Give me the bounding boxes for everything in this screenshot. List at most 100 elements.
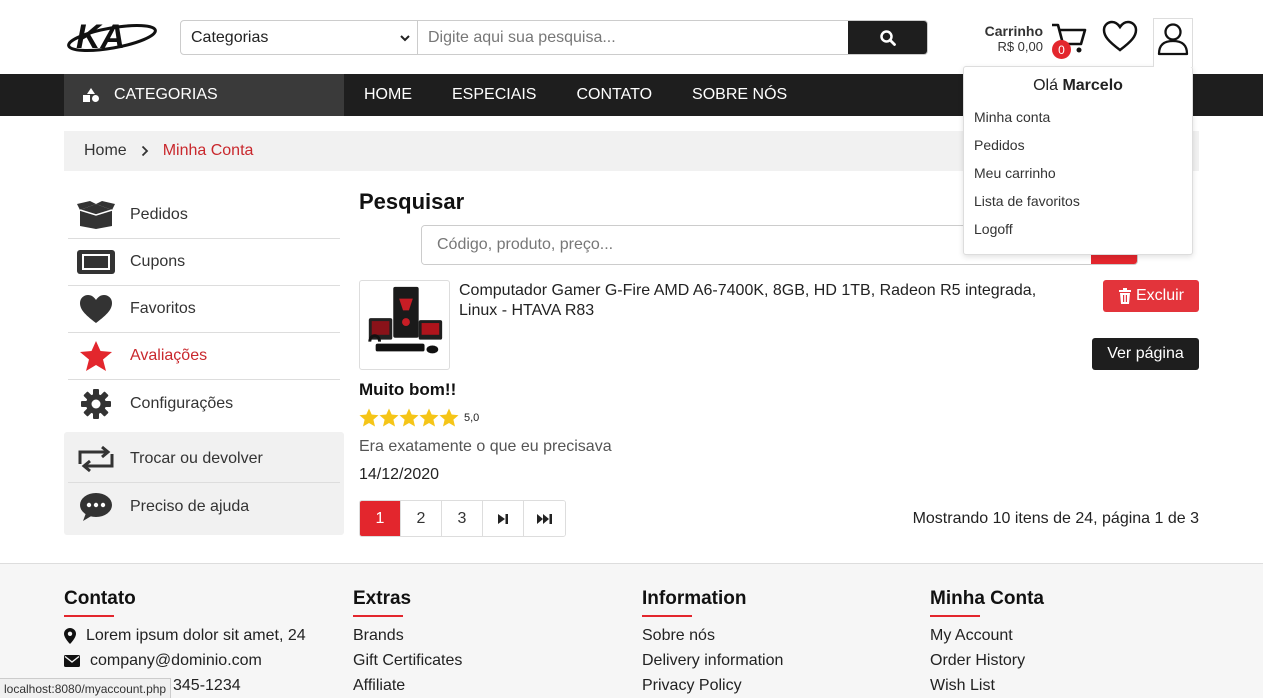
- header-search: Categorias: [180, 20, 928, 55]
- sidebar-item-ajuda[interactable]: Preciso de ajuda: [68, 483, 340, 530]
- wishlist-heart-icon[interactable]: [1102, 20, 1138, 54]
- rating-star-icon: [379, 408, 399, 427]
- footer-link[interactable]: Wish List: [930, 673, 1044, 698]
- heart-icon: [80, 295, 112, 323]
- user-account-button[interactable]: [1153, 18, 1193, 67]
- sidebar-item-label: Configurações: [130, 394, 234, 412]
- last-page-button[interactable]: [524, 501, 565, 536]
- next-page-button[interactable]: [483, 501, 524, 536]
- address-text: Lorem ipsum dolor sit amet, 24: [86, 626, 306, 644]
- footer-title: Contato: [64, 588, 136, 609]
- star-icon: [80, 341, 112, 371]
- categories-menu-button[interactable]: CATEGORIAS: [64, 74, 344, 116]
- sidebar-item-label: Preciso de ajuda: [130, 497, 250, 515]
- category-select-value: Categorias: [191, 28, 269, 46]
- page-2-button[interactable]: 2: [401, 501, 442, 536]
- rating-value: 5,0: [464, 411, 480, 424]
- review-title: Muito bom!!: [359, 380, 457, 399]
- greeting-text: Olá: [1033, 77, 1058, 94]
- chevron-down-icon: [400, 34, 410, 41]
- user-name: Marcelo: [1062, 77, 1123, 94]
- nav-link-sobre[interactable]: SOBRE NÓS: [672, 86, 807, 104]
- delete-label: Excluir: [1135, 287, 1184, 304]
- footer-title: Minha Conta: [930, 588, 1044, 609]
- browser-status-bar: localhost:8080/myaccount.php: [0, 678, 172, 698]
- footer-divider: [642, 615, 692, 617]
- page-title: Pesquisar: [359, 189, 465, 214]
- page-3-button[interactable]: 3: [442, 501, 483, 536]
- product-thumbnail[interactable]: [359, 280, 450, 370]
- footer-divider: [353, 615, 403, 617]
- footer-link[interactable]: Gift Certificates: [353, 648, 462, 673]
- nav-link-home[interactable]: HOME: [344, 86, 432, 104]
- product-name[interactable]: Computador Gamer G-Fire AMD A6-7400K, 8G…: [459, 281, 1059, 321]
- footer-divider: [64, 615, 114, 617]
- footer-title: Extras: [353, 588, 412, 609]
- delete-review-button[interactable]: Excluir: [1103, 280, 1199, 312]
- nav-link-contato[interactable]: CONTATO: [556, 86, 672, 104]
- category-select[interactable]: Categorias: [181, 21, 418, 54]
- pagination-info: Mostrando 10 itens de 24, página 1 de 3: [912, 510, 1199, 527]
- breadcrumb-home[interactable]: Home: [84, 142, 127, 160]
- sidebar-support-box: Trocar ou devolver Preciso de ajuda: [64, 432, 344, 535]
- nav-links: HOME ESPECIAIS CONTATO SOBRE NÓS: [344, 74, 807, 116]
- footer-col-information: Information Sobre nós Delivery informati…: [642, 588, 783, 698]
- account-sidebar: Pedidos Cupons Favoritos Avaliações Conf…: [64, 192, 344, 427]
- menu-item-minha-conta[interactable]: Minha conta: [964, 103, 1192, 131]
- user-icon: [1157, 23, 1189, 56]
- search-input[interactable]: [418, 21, 848, 54]
- footer-email[interactable]: company@dominio.com: [64, 648, 306, 673]
- sidebar-item-label: Favoritos: [130, 300, 196, 317]
- search-icon: [879, 29, 896, 46]
- review-text: Era exatamente o que eu precisava: [359, 438, 612, 455]
- sidebar-item-pedidos[interactable]: Pedidos: [68, 192, 340, 239]
- shapes-icon: [83, 88, 99, 102]
- menu-item-favoritos[interactable]: Lista de favoritos: [964, 187, 1192, 215]
- menu-item-logoff[interactable]: Logoff: [964, 215, 1192, 243]
- footer-link[interactable]: Privacy Policy: [642, 673, 783, 698]
- footer-link[interactable]: Sobre nós: [642, 623, 783, 648]
- sidebar-item-favoritos[interactable]: Favoritos: [68, 286, 340, 333]
- site-header: KA Categorias Carrinho R$ 0,00 0: [0, 0, 1263, 74]
- site-logo[interactable]: KA: [66, 14, 158, 56]
- cart-summary[interactable]: Carrinho R$ 0,00: [976, 23, 1043, 55]
- footer-link[interactable]: Brands: [353, 623, 462, 648]
- phone-text: 345-1234: [173, 676, 241, 694]
- envelope-icon: [64, 654, 80, 667]
- sidebar-item-cupons[interactable]: Cupons: [68, 239, 340, 286]
- pagination: 1 2 3: [359, 500, 566, 537]
- page-1-button[interactable]: 1: [360, 501, 401, 536]
- sidebar-item-configuracoes[interactable]: Configurações: [68, 380, 340, 427]
- sidebar-item-label: Avaliações: [130, 347, 208, 364]
- review-rating: 5,0: [359, 408, 479, 427]
- rating-star-icon: [359, 408, 379, 427]
- sidebar-item-label: Pedidos: [130, 206, 188, 223]
- footer-link[interactable]: Delivery information: [642, 648, 783, 673]
- gear-icon: [81, 388, 111, 419]
- email-text: company@dominio.com: [90, 651, 262, 669]
- footer-title: Information: [642, 588, 747, 609]
- sidebar-item-trocar[interactable]: Trocar ou devolver: [68, 436, 340, 483]
- sidebar-item-avaliacoes[interactable]: Avaliações: [68, 333, 340, 380]
- sidebar-item-label: Trocar ou devolver: [130, 450, 263, 467]
- footer-col-account: Minha Conta My Account Order History Wis…: [930, 588, 1044, 698]
- rating-star-icon: [419, 408, 439, 427]
- menu-item-pedidos[interactable]: Pedidos: [964, 131, 1192, 159]
- view-page-button[interactable]: Ver página: [1092, 338, 1199, 370]
- footer-link[interactable]: My Account: [930, 623, 1044, 648]
- user-greeting: Olá Marcelo: [964, 77, 1192, 95]
- cart-title: Carrinho: [984, 23, 1043, 39]
- exchange-icon: [78, 445, 114, 473]
- footer-link[interactable]: Affiliate: [353, 673, 462, 698]
- ticket-icon: [77, 250, 115, 274]
- user-dropdown-menu: Olá Marcelo Minha conta Pedidos Meu carr…: [963, 66, 1193, 255]
- footer-link[interactable]: Order History: [930, 648, 1044, 673]
- nav-link-especiais[interactable]: ESPECIAIS: [432, 86, 556, 104]
- site-footer: Contato Lorem ipsum dolor sit amet, 24 c…: [0, 563, 1263, 698]
- map-marker-icon: [64, 627, 76, 644]
- cart-count-badge: 0: [1052, 40, 1071, 59]
- menu-item-meu-carrinho[interactable]: Meu carrinho: [964, 159, 1192, 187]
- footer-col-extras: Extras Brands Gift Certificates Affiliat…: [353, 588, 462, 698]
- logo-text: KA: [76, 18, 125, 56]
- search-button[interactable]: [848, 21, 927, 54]
